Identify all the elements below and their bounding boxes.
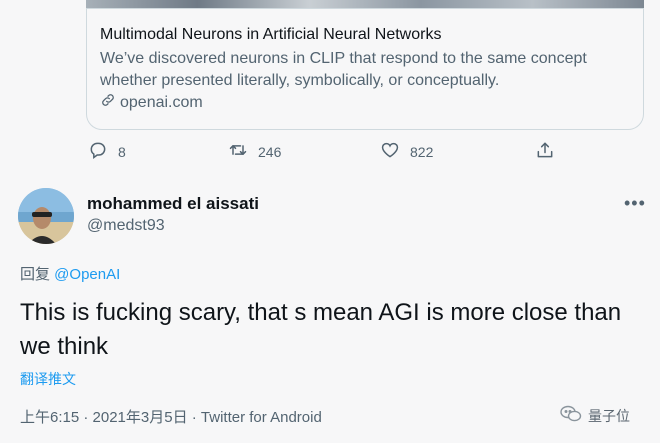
card-title: Multimodal Neurons in Artificial Neural …	[100, 26, 442, 43]
tweet-text: This is fucking scary, that s mean AGI i…	[20, 299, 622, 360]
share-button[interactable]	[535, 140, 555, 163]
reply-count: 8	[118, 143, 126, 160]
replying-to-label: 回复	[20, 266, 55, 283]
avatar[interactable]	[18, 188, 74, 244]
reply-mention-link[interactable]: @OpenAI	[54, 266, 120, 283]
more-options-icon[interactable]: •••	[624, 193, 646, 214]
wechat-icon	[560, 405, 582, 426]
card-domain-label: openai.com	[120, 93, 203, 111]
like-count: 822	[410, 143, 434, 160]
reply-button[interactable]: 8	[88, 140, 126, 163]
watermark-label: 量子位	[588, 407, 630, 424]
heart-icon	[380, 140, 400, 163]
replying-to: 回复 @OpenAI	[20, 263, 120, 284]
watermark: 量子位	[560, 405, 630, 426]
tweet-timestamp-source[interactable]: 上午6:15 · 2021年3月5日 · Twitter for Android	[20, 406, 322, 427]
link-preview-image	[86, 0, 644, 9]
author-handle[interactable]: @medst93	[87, 217, 165, 235]
card-domain: openai.com	[100, 92, 203, 113]
retweet-count: 246	[258, 143, 282, 160]
retweet-icon	[228, 140, 248, 163]
link-icon	[100, 92, 116, 113]
card-description: We’ve discovered neurons in CLIP that re…	[100, 50, 587, 89]
like-button[interactable]: 822	[380, 140, 433, 163]
retweet-button[interactable]: 246	[228, 140, 281, 163]
translate-tweet-link[interactable]: 翻译推文	[20, 369, 76, 389]
share-icon	[535, 140, 555, 163]
reply-icon	[88, 140, 108, 163]
author-display-name[interactable]: mohammed el aissati	[87, 194, 259, 214]
